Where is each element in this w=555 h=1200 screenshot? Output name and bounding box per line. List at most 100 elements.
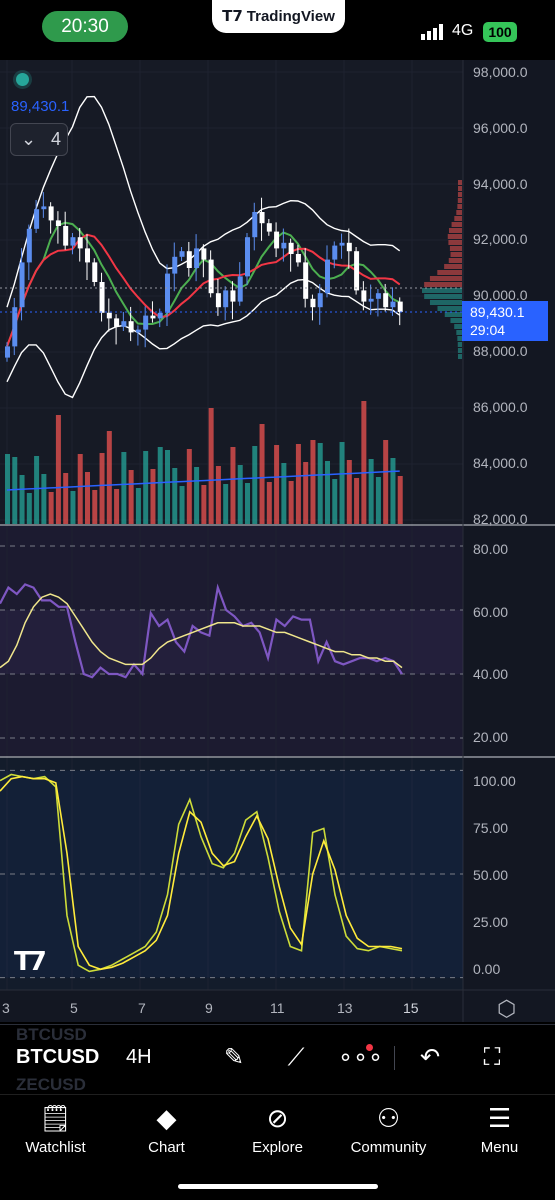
nav-watchlist[interactable]: 🗒 Watchlist bbox=[0, 1100, 111, 1156]
volume-bar bbox=[339, 442, 345, 524]
volume-profile-row bbox=[457, 186, 462, 191]
candle-body bbox=[397, 301, 403, 312]
volume-bar bbox=[186, 449, 192, 524]
candle-body bbox=[77, 237, 83, 249]
volume-bar bbox=[317, 443, 323, 524]
clock: 20:30 bbox=[42, 11, 128, 42]
chart-canvas[interactable] bbox=[0, 60, 555, 1022]
candle-body bbox=[5, 346, 10, 358]
candle-body bbox=[92, 262, 98, 282]
nav-community[interactable]: ⚇ Community bbox=[333, 1100, 444, 1156]
volume-bar bbox=[55, 415, 61, 524]
candle-body bbox=[346, 242, 352, 252]
volume-bar bbox=[259, 424, 265, 524]
candle-body bbox=[383, 293, 389, 308]
time-axis-label: 13 bbox=[337, 1000, 353, 1016]
nav-label: Watchlist bbox=[25, 1139, 86, 1156]
volume-bar bbox=[295, 444, 301, 524]
nav-label: Explore bbox=[252, 1139, 303, 1156]
current-price: 89,430.1 bbox=[470, 304, 525, 320]
volume-bar bbox=[194, 467, 200, 524]
legend-collapse-button[interactable]: ⌄ 4 bbox=[10, 123, 68, 156]
candle-body bbox=[274, 231, 280, 249]
fullscreen-icon[interactable]: ⛶ bbox=[474, 1040, 510, 1076]
candle-body bbox=[179, 251, 185, 257]
volume-bar bbox=[368, 459, 374, 524]
stoch-axis-label: 75.00 bbox=[473, 820, 509, 836]
volume-bar bbox=[5, 454, 10, 524]
volume-profile-row bbox=[447, 234, 462, 239]
community-icon: ⚇ bbox=[376, 1103, 401, 1133]
volume-bar bbox=[85, 472, 90, 524]
app-brand: TradingView bbox=[246, 8, 335, 25]
symbol-button[interactable]: BTCUSD bbox=[16, 1046, 99, 1069]
volume-bar bbox=[288, 481, 294, 524]
settings-icon[interactable]: ⬡ bbox=[497, 996, 516, 1022]
volume-profile-row bbox=[457, 192, 462, 197]
rsi-axis-label: 20.00 bbox=[473, 729, 509, 745]
stoch-axis-label: 50.00 bbox=[473, 867, 509, 883]
interval-button[interactable]: 4H bbox=[126, 1046, 152, 1069]
candle-body bbox=[354, 251, 360, 291]
chart-icon: ◆ bbox=[156, 1103, 177, 1133]
legend-price: 89,430.1 bbox=[11, 98, 70, 115]
volume-profile-row bbox=[456, 210, 462, 215]
volume-bar bbox=[223, 484, 229, 524]
volume-bar bbox=[215, 466, 221, 524]
price-axis-label: 96,000.0 bbox=[473, 120, 528, 136]
volume-bar bbox=[121, 452, 127, 524]
volume-profile-row bbox=[421, 288, 462, 293]
candle-body bbox=[194, 248, 200, 268]
status-bar: 20:30 𝗧𝟳 TradingView 4G 100 bbox=[0, 0, 555, 56]
candle-body bbox=[245, 237, 250, 277]
toolbar-separator bbox=[394, 1046, 395, 1070]
candle-body bbox=[143, 315, 149, 330]
chart-area[interactable]: 89,430.1 ⌄ 4 98,000.0 96,000.0 94,000.0 … bbox=[0, 60, 555, 1022]
volume-bar bbox=[12, 457, 18, 524]
candle-body bbox=[201, 248, 207, 260]
tradingview-pill[interactable]: 𝗧𝟳 TradingView bbox=[212, 0, 345, 33]
volume-bar bbox=[354, 478, 360, 524]
time-axis-label: 9 bbox=[205, 1000, 213, 1016]
brush-icon[interactable]: ✎ bbox=[216, 1040, 252, 1076]
nav-menu[interactable]: ☰ Menu bbox=[444, 1100, 555, 1156]
volume-profile-row bbox=[444, 312, 462, 317]
compass-icon: ⊘ bbox=[266, 1103, 289, 1133]
nav-chart[interactable]: ◆ Chart bbox=[111, 1100, 222, 1156]
nav-label: Community bbox=[350, 1139, 427, 1156]
volume-bar bbox=[106, 431, 112, 524]
network-type: 4G bbox=[452, 22, 474, 39]
price-axis-label: 84,000.0 bbox=[473, 455, 528, 471]
candle-body bbox=[295, 254, 301, 263]
volume-profile-row bbox=[457, 198, 462, 203]
volume-bar bbox=[346, 460, 352, 524]
volume-bar bbox=[274, 445, 280, 524]
volume-profile-row bbox=[424, 294, 462, 299]
candle-body bbox=[259, 212, 265, 224]
indicator-count: 4 bbox=[51, 129, 62, 149]
volume-bar bbox=[26, 493, 32, 524]
candle-body bbox=[150, 315, 156, 319]
volume-bar bbox=[48, 492, 54, 524]
volume-profile-row bbox=[457, 348, 462, 353]
current-price-tag[interactable]: 89,430.1 29:04 bbox=[462, 301, 548, 341]
candle-body bbox=[266, 223, 272, 232]
candle-body bbox=[223, 290, 229, 308]
undo-icon[interactable]: ↶ bbox=[414, 1040, 446, 1076]
volume-bar bbox=[237, 465, 243, 524]
drawing-tools-icon[interactable]: ⟋ bbox=[276, 1040, 316, 1076]
nav-explore[interactable]: ⊘ Explore bbox=[222, 1100, 333, 1156]
ghost-symbol: BTCUSD bbox=[16, 1025, 87, 1044]
volume-profile-row bbox=[429, 276, 462, 281]
chevron-down-icon: ⌄ bbox=[21, 129, 37, 149]
volume-profile-row bbox=[454, 216, 462, 221]
volume-bar bbox=[143, 451, 149, 524]
candle-body bbox=[41, 206, 47, 210]
candle-body bbox=[215, 293, 221, 308]
volume-bar bbox=[172, 468, 178, 524]
volume-profile-row bbox=[450, 252, 462, 257]
volume-bar bbox=[114, 489, 120, 524]
candle-body bbox=[157, 312, 163, 319]
rsi-axis-label: 60.00 bbox=[473, 604, 509, 620]
ghost-symbol: ZECUSD bbox=[16, 1075, 86, 1094]
